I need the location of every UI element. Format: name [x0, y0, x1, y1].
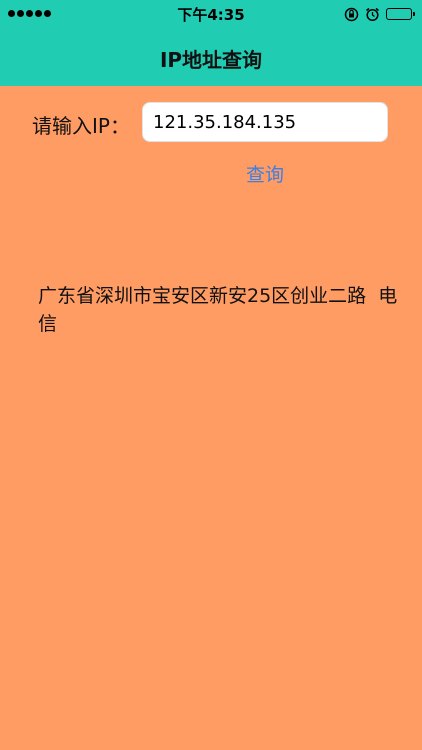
status-icons	[344, 5, 415, 23]
status-bar: 下午4:35	[0, 0, 422, 30]
query-button[interactable]: 查询	[230, 156, 300, 190]
alarm-icon	[365, 7, 380, 22]
ip-input[interactable]	[142, 102, 388, 142]
ip-input-label: 请输入IP：	[32, 114, 130, 138]
navigation-header: 下午4:35 IP地址查询	[0, 0, 422, 86]
page-title: IP地址查询	[159, 48, 263, 72]
battery-icon	[386, 8, 415, 20]
result-text: 广东省深圳市宝安区新安25区创业二路 电信	[38, 285, 398, 335]
rotation-lock-icon	[344, 7, 359, 22]
